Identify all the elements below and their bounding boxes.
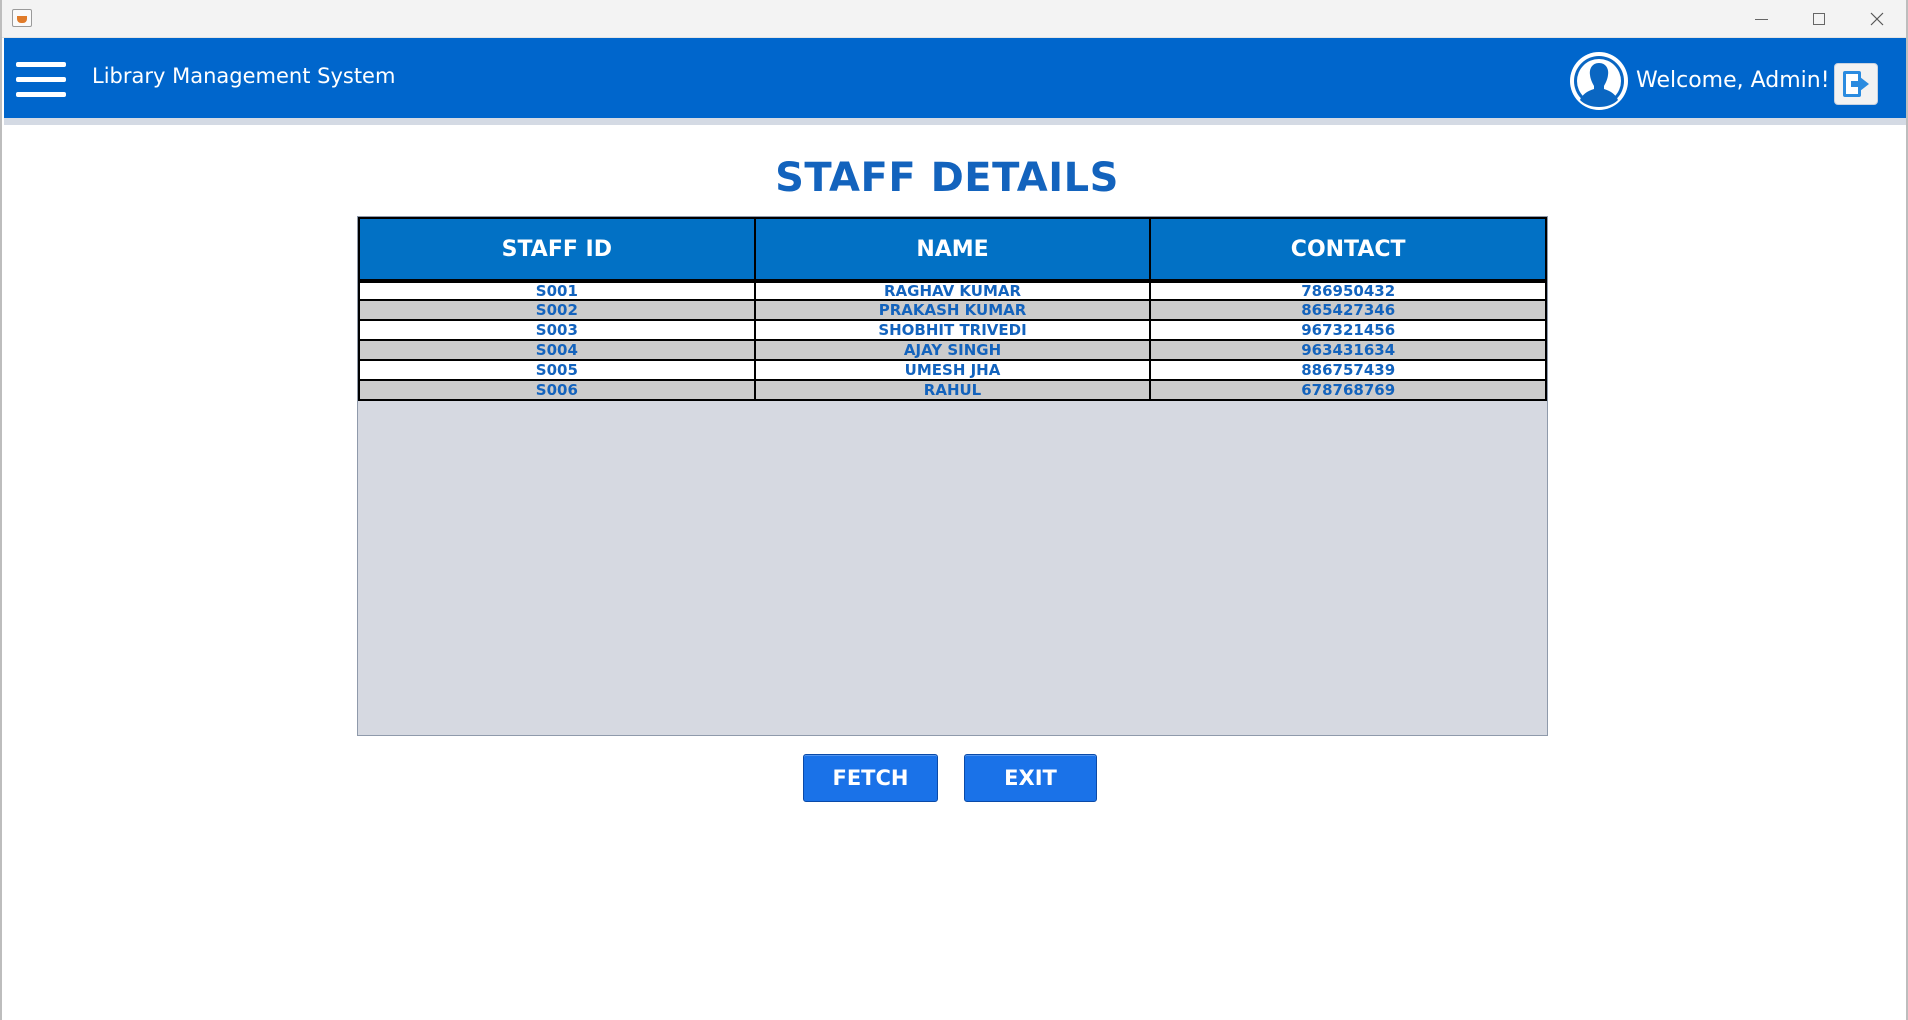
column-header-staff-id[interactable]: STAFF ID xyxy=(360,219,756,279)
cell-contact: 678768769 xyxy=(1301,381,1396,399)
cell-contact: 865427346 xyxy=(1301,301,1396,319)
app-title: Library Management System xyxy=(92,64,396,88)
logout-icon xyxy=(1843,71,1869,97)
minimize-icon xyxy=(1754,18,1768,20)
java-app-icon xyxy=(12,9,32,27)
hamburger-icon-line xyxy=(16,77,66,82)
cell-name: SHOBHIT TRIVEDI xyxy=(756,321,1152,339)
cell-name: RAGHAV KUMAR xyxy=(756,283,1152,299)
app-header: Library Management System Welcome, Admin… xyxy=(4,38,1906,118)
table-row[interactable]: S006 RAHUL 678768769 xyxy=(358,381,1547,401)
close-icon xyxy=(1870,12,1884,26)
cell-name: UMESH JHA xyxy=(756,361,1152,379)
table-header: STAFF ID NAME CONTACT xyxy=(358,217,1547,281)
maximize-button[interactable] xyxy=(1790,0,1848,38)
table-body: S001 RAGHAV KUMAR 786950432 S002 PRAKASH… xyxy=(358,281,1547,401)
cell-name: RAHUL xyxy=(756,381,1152,399)
cell-staff-id: S005 xyxy=(360,361,756,379)
cell-staff-id: S006 xyxy=(360,381,756,399)
table-row[interactable]: S001 RAGHAV KUMAR 786950432 xyxy=(358,281,1547,301)
logout-button[interactable] xyxy=(1834,63,1878,105)
header-divider xyxy=(4,118,1906,125)
table-row[interactable]: S003 SHOBHIT TRIVEDI 967321456 xyxy=(358,321,1547,341)
staff-table[interactable]: STAFF ID NAME CONTACT S001 RAGHAV KUMAR … xyxy=(357,216,1548,736)
app-window: Library Management System Welcome, Admin… xyxy=(0,0,1908,1020)
cell-staff-id: S002 xyxy=(360,301,756,319)
welcome-text: Welcome, Admin! xyxy=(1636,68,1830,93)
page-title: STAFF DETAILS xyxy=(775,155,1119,201)
cell-contact: 786950432 xyxy=(1301,282,1396,300)
cell-staff-id: S004 xyxy=(360,341,756,359)
menu-button[interactable] xyxy=(16,60,68,100)
window-title-bar xyxy=(2,0,1906,38)
cell-name: AJAY SINGH xyxy=(756,341,1152,359)
maximize-icon xyxy=(1813,13,1825,25)
cell-contact: 967321456 xyxy=(1301,321,1396,339)
exit-button[interactable]: EXIT xyxy=(964,754,1097,802)
hamburger-icon xyxy=(16,62,66,67)
table-row[interactable]: S004 AJAY SINGH 963431634 xyxy=(358,341,1547,361)
user-avatar-icon xyxy=(1570,52,1628,110)
minimize-button[interactable] xyxy=(1732,0,1790,38)
close-button[interactable] xyxy=(1848,0,1906,38)
cell-contact: 963431634 xyxy=(1301,341,1396,359)
column-header-name[interactable]: NAME xyxy=(756,219,1152,279)
cell-name: PRAKASH KUMAR xyxy=(756,301,1152,319)
hamburger-icon-line xyxy=(16,92,66,97)
fetch-button[interactable]: FETCH xyxy=(803,754,938,802)
cell-staff-id: S001 xyxy=(360,283,756,299)
table-row[interactable]: S005 UMESH JHA 886757439 xyxy=(358,361,1547,381)
table-row[interactable]: S002 PRAKASH KUMAR 865427346 xyxy=(358,301,1547,321)
column-header-contact[interactable]: CONTACT xyxy=(1151,219,1545,279)
cell-contact: 886757439 xyxy=(1301,361,1396,379)
cell-staff-id: S003 xyxy=(360,321,756,339)
